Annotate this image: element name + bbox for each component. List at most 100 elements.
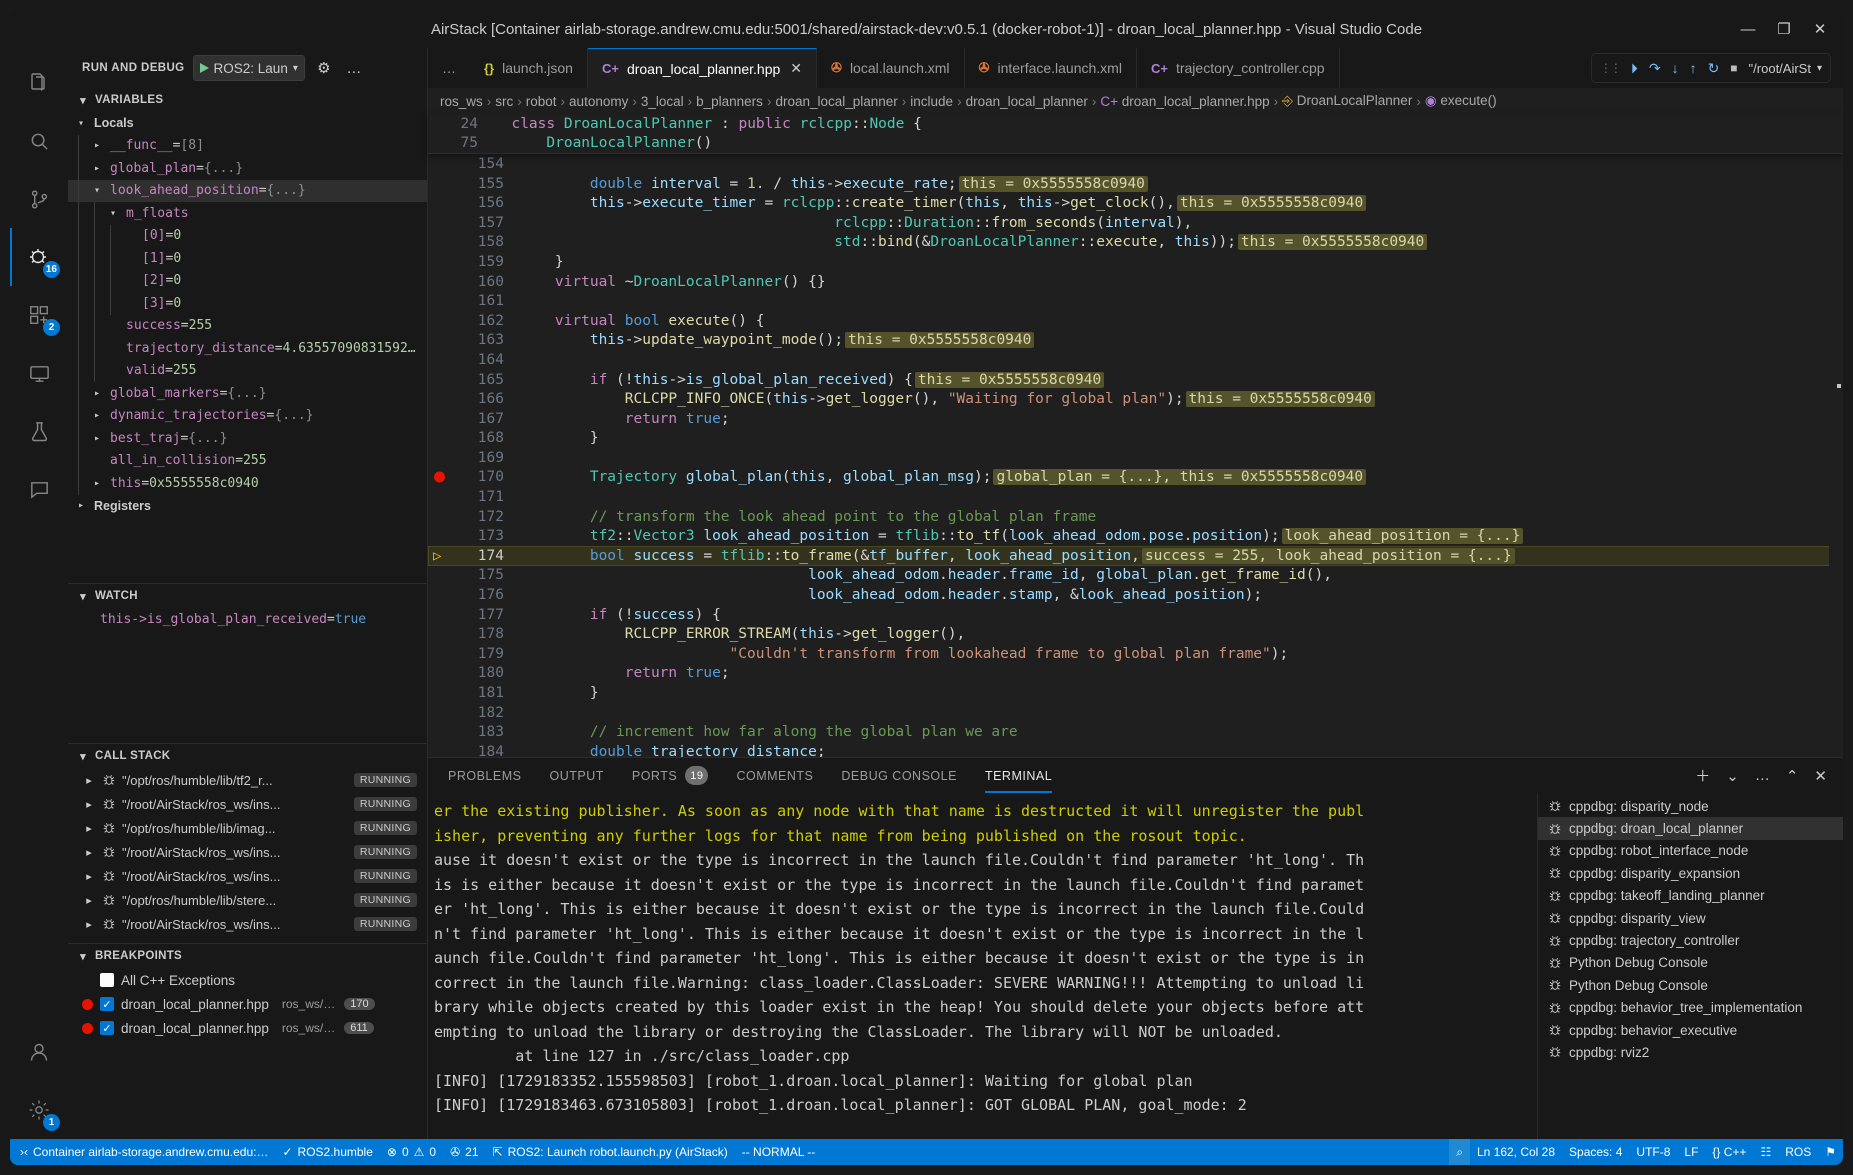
call-stack-row[interactable]: ▸"/root/AirStack/ros_ws/ins...RUNNING — [68, 840, 427, 864]
close-panel-icon[interactable]: ✕ — [1814, 767, 1827, 785]
terminal-session-item[interactable]: cppdbg: disparity_expansion — [1538, 862, 1843, 884]
status-bar-item[interactable]: ⚑ — [1818, 1139, 1843, 1165]
variable-row[interactable]: ▸best_traj = {...} — [68, 427, 427, 450]
twisty-icon[interactable]: ▸ — [94, 388, 110, 399]
close-icon[interactable]: ✕ — [790, 60, 802, 77]
status-bar-item[interactable]: ⇱ROS2: Launch robot.launch.py (AirStack) — [486, 1139, 735, 1165]
debug-toolbar[interactable]: ⋮⋮ ⏵ ↷ ↓ ↑ ↻ ■ "/root/AirSt ▾ — [1591, 53, 1831, 83]
code-line[interactable]: 178 RCLCPP_ERROR_STREAM(this->get_logger… — [428, 624, 1843, 644]
accounts-icon[interactable] — [10, 1023, 68, 1081]
chevron-right-icon[interactable]: ▸ — [82, 894, 96, 907]
maximize-panel-icon[interactable]: ⌃ — [1786, 767, 1799, 785]
code-line[interactable]: 163 this->update_waypoint_mode();this = … — [428, 331, 1843, 351]
variable-row[interactable]: all_in_collision = 255 — [68, 450, 427, 473]
code-line[interactable]: 184 double trajectory_distance; — [428, 742, 1843, 757]
code-lines[interactable]: 154155 double interval = 1. / this->exec… — [428, 154, 1843, 757]
terminal-session-item[interactable]: cppdbg: behavior_tree_implementation — [1538, 997, 1843, 1019]
panel-tab[interactable]: COMMENTS — [736, 758, 813, 793]
breadcrumb-item[interactable]: robot — [526, 94, 557, 109]
chevron-right-icon[interactable]: ▸ — [82, 822, 96, 835]
code-line[interactable]: 157 rclcpp::Duration::from_seconds(inter… — [428, 213, 1843, 233]
variable-row[interactable]: ▾Locals — [68, 112, 427, 135]
call-stack-row[interactable]: ▸"/root/AirStack/ros_ws/ins...RUNNING — [68, 864, 427, 888]
terminal-session-item[interactable]: cppdbg: trajectory_controller — [1538, 929, 1843, 951]
twisty-icon[interactable]: ▸ — [94, 140, 110, 151]
status-bar-item[interactable]: ✇21 — [443, 1139, 485, 1165]
split-terminal-dropdown[interactable]: ⌄ — [1726, 767, 1739, 785]
variables-section-header[interactable]: ▾ VARIABLES — [68, 88, 427, 112]
code-line[interactable]: 166 RCLCPP_INFO_ONCE(this->get_logger(),… — [428, 389, 1843, 409]
testing-icon[interactable] — [10, 402, 68, 460]
call-stack-section-header[interactable]: ▾ CALL STACK — [68, 744, 427, 768]
code-line[interactable]: 172 // transform the look ahead point to… — [428, 507, 1843, 527]
status-bar-item[interactable]: ✓ROS2.humble — [275, 1139, 379, 1165]
breakpoint-dot-icon[interactable] — [434, 472, 445, 483]
sticky-scroll[interactable]: 24 class DroanLocalPlanner : public rclc… — [428, 114, 1843, 154]
twisty-icon[interactable]: ▸ — [94, 410, 110, 421]
twisty-icon[interactable]: ▾ — [94, 185, 110, 196]
call-stack-row[interactable]: ▸"/opt/ros/humble/lib/tf2_r...RUNNING — [68, 768, 427, 792]
terminal-session-item[interactable]: cppdbg: takeoff_landing_planner — [1538, 885, 1843, 907]
watch-section-header[interactable]: ▾ WATCH — [68, 584, 427, 608]
terminal-output[interactable]: er the existing publisher. As soon as an… — [428, 793, 1537, 1139]
terminal-session-item[interactable]: cppdbg: droan_local_planner — [1538, 817, 1843, 839]
panel-tab[interactable]: OUTPUT — [549, 758, 603, 793]
code-line[interactable]: 154 — [428, 154, 1843, 174]
breadcrumb-item[interactable]: autonomy — [569, 94, 628, 109]
step-out-button[interactable]: ↑ — [1690, 60, 1697, 76]
breakpoint-row[interactable]: ✓droan_local_planner.hppros_ws/…170 — [68, 992, 427, 1016]
variable-row[interactable]: ▾look_ahead_position = {...} — [68, 180, 427, 203]
manage-settings-icon[interactable]: 1 — [10, 1081, 68, 1139]
code-line[interactable]: 181 } — [428, 683, 1843, 703]
debug-session-selector[interactable]: "/root/AirSt ▾ — [1749, 61, 1822, 76]
minimap[interactable] — [1829, 154, 1843, 757]
breakpoint-checkbox[interactable]: ✓ — [100, 997, 114, 1011]
breadcrumb-item[interactable]: ⎆ DroanLocalPlanner — [1282, 93, 1412, 109]
code-line[interactable]: 183 // increment how far along the globa… — [428, 722, 1843, 742]
breadcrumb-item[interactable]: C+ droan_local_planner.hpp — [1100, 94, 1269, 109]
terminal-session-item[interactable]: cppdbg: behavior_executive — [1538, 1019, 1843, 1041]
panel-tab[interactable]: PROBLEMS — [448, 758, 521, 793]
breakpoint-row[interactable]: All C++ Exceptions — [68, 968, 427, 992]
twisty-icon[interactable]: ▸ — [94, 478, 110, 489]
breakpoints-section-header[interactable]: ▾ BREAKPOINTS — [68, 944, 427, 968]
panel-more-actions-icon[interactable]: … — [1755, 767, 1770, 784]
chevron-down-icon[interactable]: ▾ — [76, 750, 90, 763]
status-bar-item[interactable]: UTF-8 — [1629, 1139, 1677, 1165]
status-bar-item[interactable]: {} C++ — [1705, 1139, 1753, 1165]
status-bar-item[interactable]: ROS — [1778, 1139, 1818, 1165]
step-into-button[interactable]: ↓ — [1672, 60, 1679, 76]
chevron-down-icon[interactable]: ▾ — [76, 950, 90, 963]
call-stack-row[interactable]: ▸"/opt/ros/humble/lib/imag...RUNNING — [68, 816, 427, 840]
twisty-icon[interactable]: ▾ — [110, 208, 126, 219]
breadcrumb-item[interactable]: droan_local_planner — [775, 94, 897, 109]
breadcrumb-item[interactable]: ros_ws — [440, 94, 483, 109]
code-line[interactable]: 176 look_ahead_odom.header.stamp, &look_… — [428, 585, 1843, 605]
code-line[interactable]: 175 look_ahead_odom.header.frame_id, glo… — [428, 566, 1843, 586]
variable-row[interactable]: valid = 255 — [68, 360, 427, 383]
code-line[interactable]: 159 } — [428, 252, 1843, 272]
search-icon[interactable] — [10, 112, 68, 170]
code-line[interactable]: 161 — [428, 291, 1843, 311]
variable-row[interactable]: ▸dynamic_trajectories = {...} — [68, 405, 427, 428]
call-stack-list[interactable]: ▸"/opt/ros/humble/lib/tf2_r...RUNNING ▸"/… — [68, 768, 427, 936]
status-bar-item[interactable]: ⊗0⚠0 — [380, 1139, 443, 1165]
restart-button[interactable]: ↻ — [1708, 60, 1720, 77]
sticky-line[interactable]: 24 class DroanLocalPlanner : public rclc… — [428, 114, 1843, 134]
chevron-down-icon[interactable]: ▾ — [293, 63, 298, 74]
panel-tab[interactable]: DEBUG CONSOLE — [841, 758, 957, 793]
code-line[interactable]: 168 } — [428, 429, 1843, 449]
variable-row[interactable]: [2] = 0 — [68, 270, 427, 293]
variable-row[interactable]: ▸global_plan = {...} — [68, 157, 427, 180]
breakpoint-row[interactable]: ✓droan_local_planner.hppros_ws/…611 — [68, 1016, 427, 1040]
current-execution-line[interactable]: ▷174 bool success = tflib::to_frame(&tf_… — [428, 546, 1843, 566]
status-bar-item[interactable]: LF — [1677, 1139, 1705, 1165]
code-line[interactable]: 165 if (!this->is_global_plan_received) … — [428, 370, 1843, 390]
variable-row[interactable]: [0] = 0 — [68, 225, 427, 248]
start-debugging-icon[interactable] — [200, 63, 209, 73]
twisty-icon[interactable]: ▸ — [78, 500, 94, 511]
code-line[interactable]: 162 virtual bool execute() { — [428, 311, 1843, 331]
breadcrumb-item[interactable]: include — [910, 94, 953, 109]
variable-row[interactable]: ▸Registers — [68, 495, 427, 518]
remote-explorer-icon[interactable] — [10, 344, 68, 402]
